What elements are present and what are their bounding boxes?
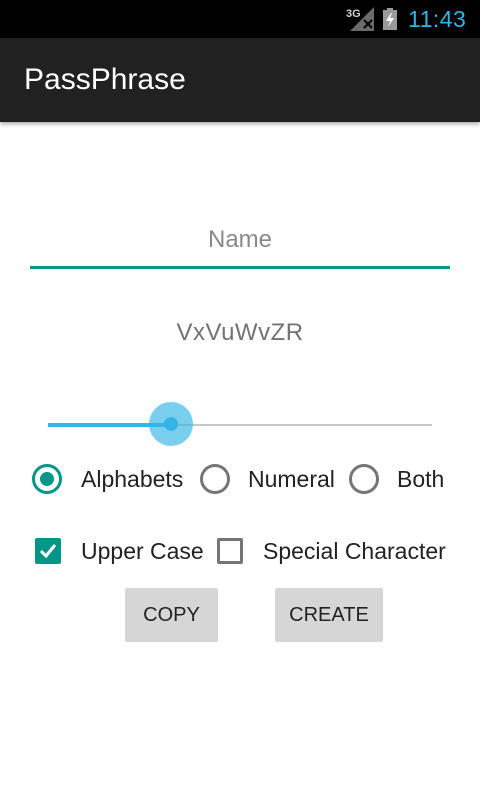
checkbox-upper-case-box[interactable] bbox=[35, 538, 61, 564]
radio-numeral-label: Numeral bbox=[248, 466, 335, 492]
app-title: PassPhrase bbox=[24, 63, 186, 96]
app-bar: PassPhrase bbox=[0, 38, 480, 122]
copy-button[interactable]: COPY bbox=[125, 588, 218, 642]
checkbox-upper-case[interactable]: Upper Case bbox=[35, 537, 204, 565]
radio-both-label: Both bbox=[397, 466, 445, 492]
create-button[interactable]: CREATE bbox=[275, 588, 383, 642]
length-slider-thumb[interactable] bbox=[163, 417, 178, 431]
checkbox-special-character-box[interactable] bbox=[217, 538, 243, 564]
checkbox-upper-case-label: Upper Case bbox=[81, 538, 204, 564]
checkbox-special-character-label: Special Character bbox=[263, 538, 446, 564]
name-input-underline bbox=[30, 266, 450, 269]
radio-alphabets-label: Alphabets bbox=[81, 466, 184, 492]
checkbox-special-character[interactable]: Special Character bbox=[217, 537, 446, 565]
radio-alphabets[interactable]: Alphabets bbox=[32, 464, 183, 494]
radio-alphabets-indicator[interactable] bbox=[32, 464, 62, 494]
radio-both-indicator[interactable] bbox=[349, 464, 379, 494]
status-clock: 11:43 bbox=[408, 6, 467, 32]
checkmark-icon bbox=[39, 544, 57, 559]
battery-charging-icon bbox=[383, 8, 397, 30]
signal-3g-icon: 3G bbox=[346, 7, 374, 31]
name-input[interactable] bbox=[30, 222, 450, 258]
length-slider[interactable] bbox=[48, 402, 432, 446]
radio-numeral-indicator[interactable] bbox=[200, 464, 230, 494]
generated-passphrase: VxVuWvZR bbox=[176, 319, 304, 346]
status-bar: 3G 11:43 bbox=[0, 0, 480, 38]
svg-text:3G: 3G bbox=[346, 8, 361, 20]
radio-both[interactable]: Both bbox=[349, 464, 444, 494]
radio-numeral[interactable]: Numeral bbox=[200, 464, 335, 494]
